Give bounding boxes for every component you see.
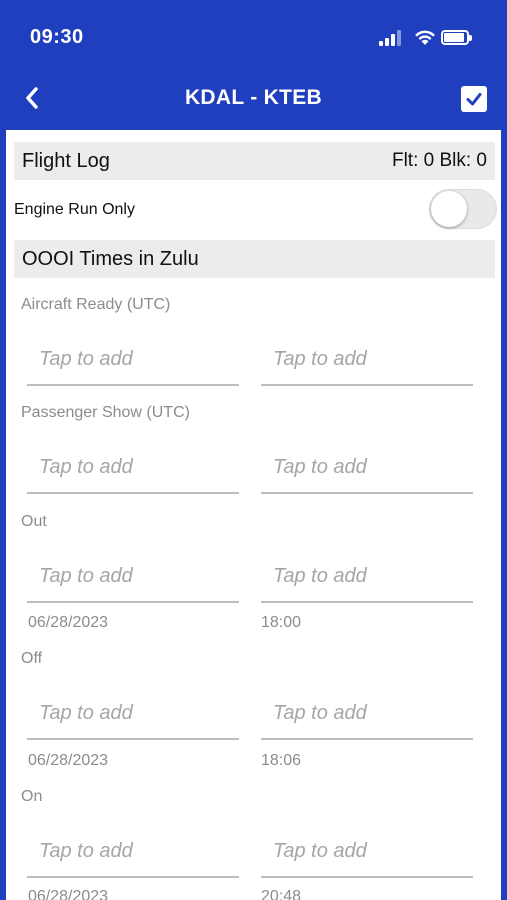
on-time-hint: 20:48 (261, 888, 302, 900)
status-time: 09:30 (30, 26, 84, 48)
aircraft-ready-label: Aircraft Ready (UTC) (21, 296, 171, 313)
placeholder-text: Tap to add (39, 456, 133, 478)
toggle-knob (431, 191, 467, 227)
on-time-input[interactable]: Tap to add (261, 834, 473, 878)
page-title: KDAL - KTEB (184, 86, 323, 109)
on-label: On (21, 788, 43, 805)
flight-block-summary: Flt: 0 Blk: 0 (391, 150, 487, 171)
passenger-show-time-input[interactable]: Tap to add (261, 450, 473, 494)
checkbox-checked-icon (466, 93, 482, 106)
off-label: Off (21, 650, 43, 667)
flight-log-title: Flight Log (22, 149, 110, 172)
on-date-input[interactable]: Tap to add (27, 834, 239, 878)
out-date-hint: 06/28/2023 (28, 614, 109, 631)
flight-log-header: Flight Log Flt: 0 Blk: 0 (14, 142, 495, 180)
oooi-header: OOOI Times in Zulu (14, 240, 495, 278)
flight-log-form: Flight Log Flt: 0 Blk: 0 Engine Run Only… (6, 130, 501, 900)
placeholder-text: Tap to add (39, 565, 133, 587)
placeholder-text: Tap to add (273, 348, 367, 370)
placeholder-text: Tap to add (39, 840, 133, 862)
off-date-input[interactable]: Tap to add (27, 696, 239, 740)
placeholder-text: Tap to add (273, 456, 367, 478)
wifi-icon (415, 30, 435, 45)
aircraft-ready-date-input[interactable]: Tap to add (27, 342, 239, 386)
out-time-input[interactable]: Tap to add (261, 559, 473, 603)
off-time-input[interactable]: Tap to add (261, 696, 473, 740)
status-icons (379, 28, 489, 48)
out-label: Out (21, 513, 47, 530)
app-header: 09:30 KDAL - KTEB (0, 0, 507, 130)
off-date-hint: 06/28/2023 (28, 752, 109, 769)
engine-run-only-label: Engine Run Only (14, 201, 135, 218)
placeholder-text: Tap to add (273, 840, 367, 862)
passenger-show-label: Passenger Show (UTC) (21, 404, 190, 421)
out-time-hint: 18:00 (261, 614, 302, 631)
battery-icon (441, 30, 472, 45)
done-button[interactable] (461, 86, 487, 112)
placeholder-text: Tap to add (273, 702, 367, 724)
out-date-input[interactable]: Tap to add (27, 559, 239, 603)
passenger-show-date-input[interactable]: Tap to add (27, 450, 239, 494)
placeholder-text: Tap to add (273, 565, 367, 587)
placeholder-text: Tap to add (39, 702, 133, 724)
engine-run-only-row: Engine Run Only (14, 189, 497, 229)
off-time-hint: 18:06 (261, 752, 302, 769)
on-date-hint: 06/28/2023 (28, 888, 109, 900)
engine-run-only-toggle[interactable] (429, 189, 497, 229)
placeholder-text: Tap to add (39, 348, 133, 370)
oooi-title: OOOI Times in Zulu (22, 247, 199, 270)
cellular-signal-icon (379, 30, 407, 46)
aircraft-ready-time-input[interactable]: Tap to add (261, 342, 473, 386)
